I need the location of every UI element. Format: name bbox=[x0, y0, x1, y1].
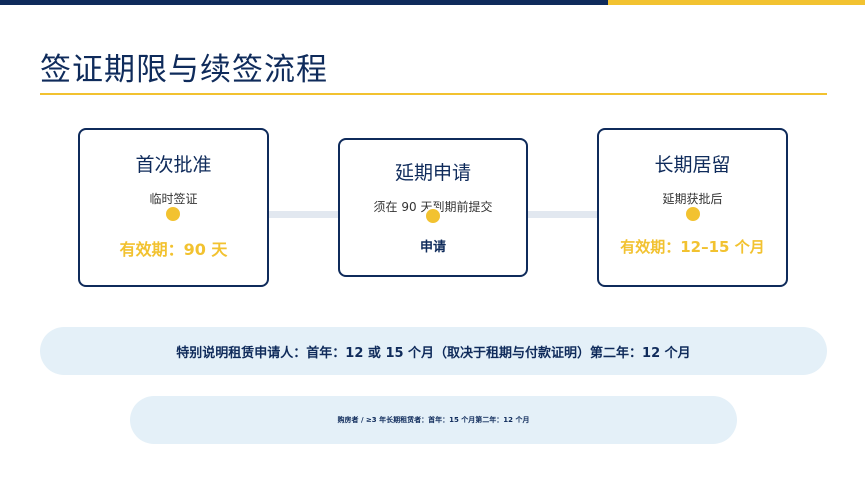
step-title: 首次批准 bbox=[135, 154, 212, 176]
page-title: 签证期限与续签流程 bbox=[40, 52, 328, 88]
note-renters-text: 特别说明租赁申请人：首年：12 或 15 个月（取决于租期与付款证明）第二年：1… bbox=[176, 345, 691, 361]
timeline-dot-3 bbox=[684, 205, 702, 223]
top-accent-bar-navy bbox=[0, 0, 608, 5]
step-value: 有效期：90 天 bbox=[119, 240, 228, 259]
step-value: 申请 bbox=[419, 240, 446, 255]
title-underline bbox=[40, 93, 827, 95]
note-buyers-text: 购房者 / ≥3 年长期租赁者：首年：15 个月第二年：12 个月 bbox=[337, 416, 530, 424]
timeline-dot-2 bbox=[424, 207, 442, 225]
top-accent-bar-gold bbox=[608, 0, 865, 5]
step-value: 有效期：12–15 个月 bbox=[620, 238, 765, 256]
step-title: 延期申请 bbox=[394, 162, 471, 184]
note-buyers: 购房者 / ≥3 年长期租赁者：首年：15 个月第二年：12 个月 bbox=[130, 396, 737, 444]
note-renters: 特别说明租赁申请人：首年：12 或 15 个月（取决于租期与付款证明）第二年：1… bbox=[40, 327, 827, 375]
step-title: 长期居留 bbox=[654, 154, 731, 176]
timeline-dot-1 bbox=[164, 205, 182, 223]
